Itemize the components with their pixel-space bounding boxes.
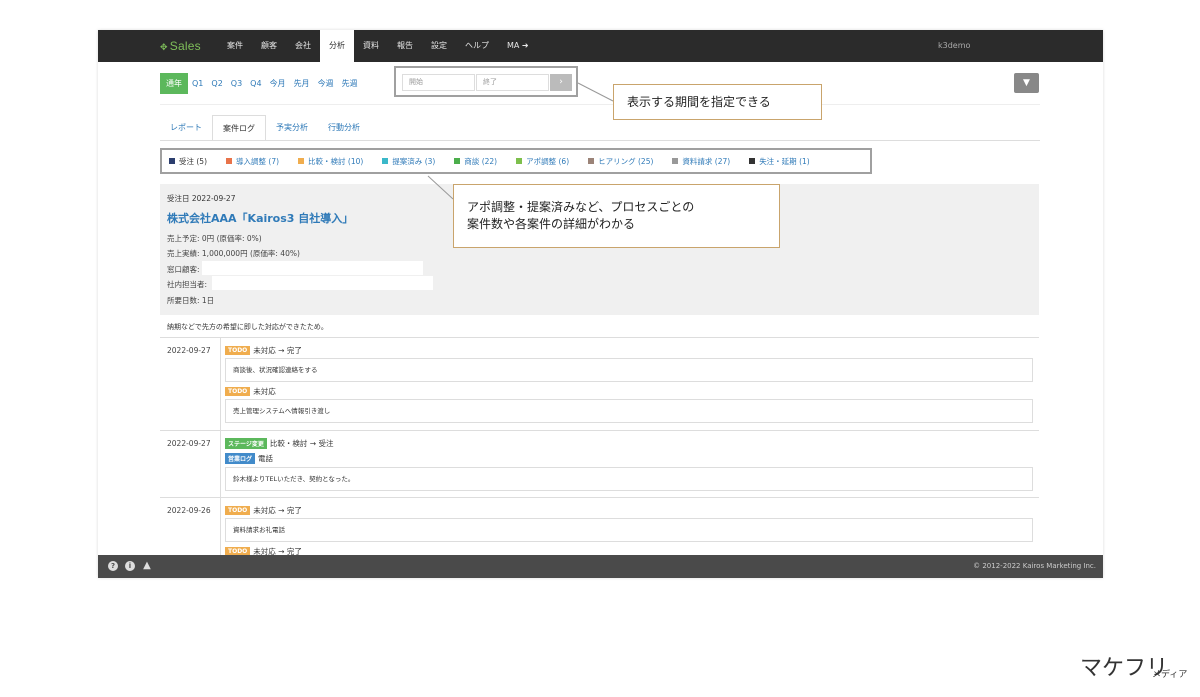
contact-customer-value <box>202 261 423 275</box>
stage-change-line: ステージ変更 比較・検討 → 受注 <box>225 438 333 449</box>
apply-date-button[interactable]: › <box>550 74 572 91</box>
deal-title-link[interactable]: 株式会社AAA「Kairos3 自社導入」 <box>167 210 353 226</box>
stage-won[interactable]: 受注 (5) <box>169 156 207 167</box>
stage-color-swatch <box>226 158 233 164</box>
warning-icon[interactable]: ▲ <box>142 561 152 571</box>
period-full-year[interactable]: 通年 <box>160 73 188 94</box>
stage-color-swatch <box>672 158 679 164</box>
log-entry: 2022-09-27 ステージ変更 比較・検討 → 受注 営業ログ 電話 鈴木様より… <box>160 431 1039 498</box>
nav-item-companies[interactable]: 会社 <box>286 30 320 62</box>
todo-note: 売上管理システムへ情報引き渡し <box>225 399 1033 423</box>
app-logo[interactable]: ✥ Sales <box>160 39 201 53</box>
column-divider <box>220 431 221 497</box>
top-navbar: ✥ Sales 案件 顧客 会社 分析 資料 報告 設定 ヘルプ MA ➜ k3d… <box>98 30 1103 62</box>
stage-comparing[interactable]: 比較・検討 (10) <box>298 156 363 167</box>
internal-owner-value <box>212 276 433 290</box>
nav-item-analysis[interactable]: 分析 <box>320 30 354 62</box>
period-this-week[interactable]: 今週 <box>314 73 338 94</box>
actual-sales: 売上実績: 1,000,000円 (原価率: 40%) <box>167 249 300 258</box>
tab-activity-analysis[interactable]: 行動分析 <box>318 115 370 141</box>
period-selector: 通年 Q1 Q2 Q3 Q4 今月 先月 今週 先週 <box>160 73 362 94</box>
stage-proposed[interactable]: 提案済み (3) <box>382 156 435 167</box>
divider <box>160 140 1040 141</box>
app-window: ✥ Sales 案件 顧客 会社 分析 資料 報告 設定 ヘルプ MA ➜ k3d… <box>98 30 1103 578</box>
stage-color-swatch <box>749 158 756 164</box>
stage-color-swatch <box>516 158 523 164</box>
sales-log-note: 鈴木様よりTELいただき、契約となった。 <box>225 467 1033 491</box>
log-entry: 2022-09-27 TODO 未対応 → 完了 商談後、状況確認連絡をする TO… <box>160 338 1039 431</box>
stages-callout-line2: 案件数や各案件の詳細がわかる <box>467 217 636 231</box>
nav-item-settings[interactable]: 設定 <box>422 30 456 62</box>
info-icon[interactable]: i <box>125 561 135 571</box>
required-days: 所要日数: 1日 <box>167 296 215 305</box>
stage-doc-request[interactable]: 資料請求 (27) <box>672 156 730 167</box>
copyright: © 2012-2022 Kairos Marketing Inc. <box>973 562 1096 570</box>
period-q3[interactable]: Q3 <box>227 73 246 94</box>
stages-callout: アポ調整・提案済みなど、プロセスごとの 案件数や各案件の詳細がわかる <box>453 184 780 248</box>
todo-line: TODO 未対応 <box>225 386 276 397</box>
period-q1[interactable]: Q1 <box>188 73 207 94</box>
period-last-week[interactable]: 先週 <box>338 73 362 94</box>
log-entry: 2022-09-26 TODO 未対応 → 完了 資料請求お礼電話 TODO 未対応… <box>160 498 1039 558</box>
todo-line: TODO 未対応 → 完了 <box>225 345 302 356</box>
todo-note: 資料請求お礼電話 <box>225 518 1033 542</box>
nav-item-deals[interactable]: 案件 <box>218 30 252 62</box>
period-q4[interactable]: Q4 <box>246 73 265 94</box>
help-icon[interactable]: ? <box>108 561 118 571</box>
stage-appointment[interactable]: アポ調整 (6) <box>516 156 569 167</box>
stage-color-swatch <box>588 158 595 164</box>
stage-filter-highlight: 受注 (5) 導入調整 (7) 比較・検討 (10) 提案済み (3) 商談 (… <box>160 148 872 174</box>
divider <box>160 104 1040 105</box>
nav-item-reports[interactable]: 報告 <box>388 30 422 62</box>
sales-log-line: 営業ログ 電話 <box>225 453 273 464</box>
todo-line: TODO 未対応 → 完了 <box>225 505 302 516</box>
nav-item-ma[interactable]: MA ➜ <box>498 30 538 62</box>
nav-item-materials[interactable]: 資料 <box>354 30 388 62</box>
tab-report[interactable]: レポート <box>160 115 212 141</box>
todo-note: 商談後、状況確認連絡をする <box>225 358 1033 382</box>
logo-mark-icon: ✥ <box>160 42 168 52</box>
entry-date: 2022-09-26 <box>167 506 211 515</box>
column-divider <box>220 498 221 558</box>
main-nav: 案件 顧客 会社 分析 資料 報告 設定 ヘルプ MA ➜ <box>218 30 538 62</box>
todo-badge: TODO <box>225 387 251 396</box>
user-menu[interactable]: k3demo <box>938 41 970 50</box>
stage-color-swatch <box>454 158 461 164</box>
todo-badge: TODO <box>225 506 251 515</box>
nav-item-customers[interactable]: 顧客 <box>252 30 286 62</box>
entry-date: 2022-09-27 <box>167 346 211 355</box>
stage-lost[interactable]: 失注・延期 (1) <box>749 156 810 167</box>
stage-hearing[interactable]: ヒアリング (25) <box>588 156 653 167</box>
tab-deal-log[interactable]: 案件ログ <box>212 115 266 141</box>
entry-date: 2022-09-27 <box>167 439 211 448</box>
sales-log-badge: 営業ログ <box>225 453 256 464</box>
period-q2[interactable]: Q2 <box>207 73 226 94</box>
date-range-highlight: 開始 終了 › <box>394 66 578 97</box>
stages-callout-line1: アポ調整・提案済みなど、プロセスごとの <box>467 200 695 214</box>
internal-owner-label: 社内担当者: <box>167 280 208 289</box>
contact-customer-label: 窓口顧客: <box>167 265 200 274</box>
start-date-field[interactable]: 開始 <box>402 74 475 91</box>
stage-change-badge: ステージ変更 <box>225 438 267 449</box>
stage-onboarding[interactable]: 導入調整 (7) <box>226 156 279 167</box>
deal-comment: 納期などで先方の希望に即した対応ができたため。 <box>160 316 1039 338</box>
footer-bar: ? i ▲ © 2012-2022 Kairos Marketing Inc. <box>98 555 1103 578</box>
planned-sales: 売上予定: 0円 (原価率: 0%) <box>167 234 262 243</box>
analysis-tabs: レポート 案件ログ 予実分析 行動分析 <box>160 115 370 141</box>
period-this-month[interactable]: 今月 <box>266 73 290 94</box>
stage-negotiation[interactable]: 商談 (22) <box>454 156 497 167</box>
period-callout: 表示する期間を指定できる <box>613 84 822 120</box>
column-divider <box>220 338 221 430</box>
filter-dropdown-icon[interactable]: ▼ <box>1014 73 1039 93</box>
stage-color-swatch <box>298 158 305 164</box>
order-date: 受注日 2022-09-27 <box>167 194 236 203</box>
stage-color-swatch <box>169 158 175 164</box>
period-last-month[interactable]: 先月 <box>290 73 314 94</box>
todo-badge: TODO <box>225 346 251 355</box>
nav-item-help[interactable]: ヘルプ <box>456 30 498 62</box>
tab-forecast-analysis[interactable]: 予実分析 <box>266 115 318 141</box>
stage-color-swatch <box>382 158 389 164</box>
brand-logo-sub: メディア <box>1152 670 1188 680</box>
end-date-field[interactable]: 終了 <box>476 74 549 91</box>
